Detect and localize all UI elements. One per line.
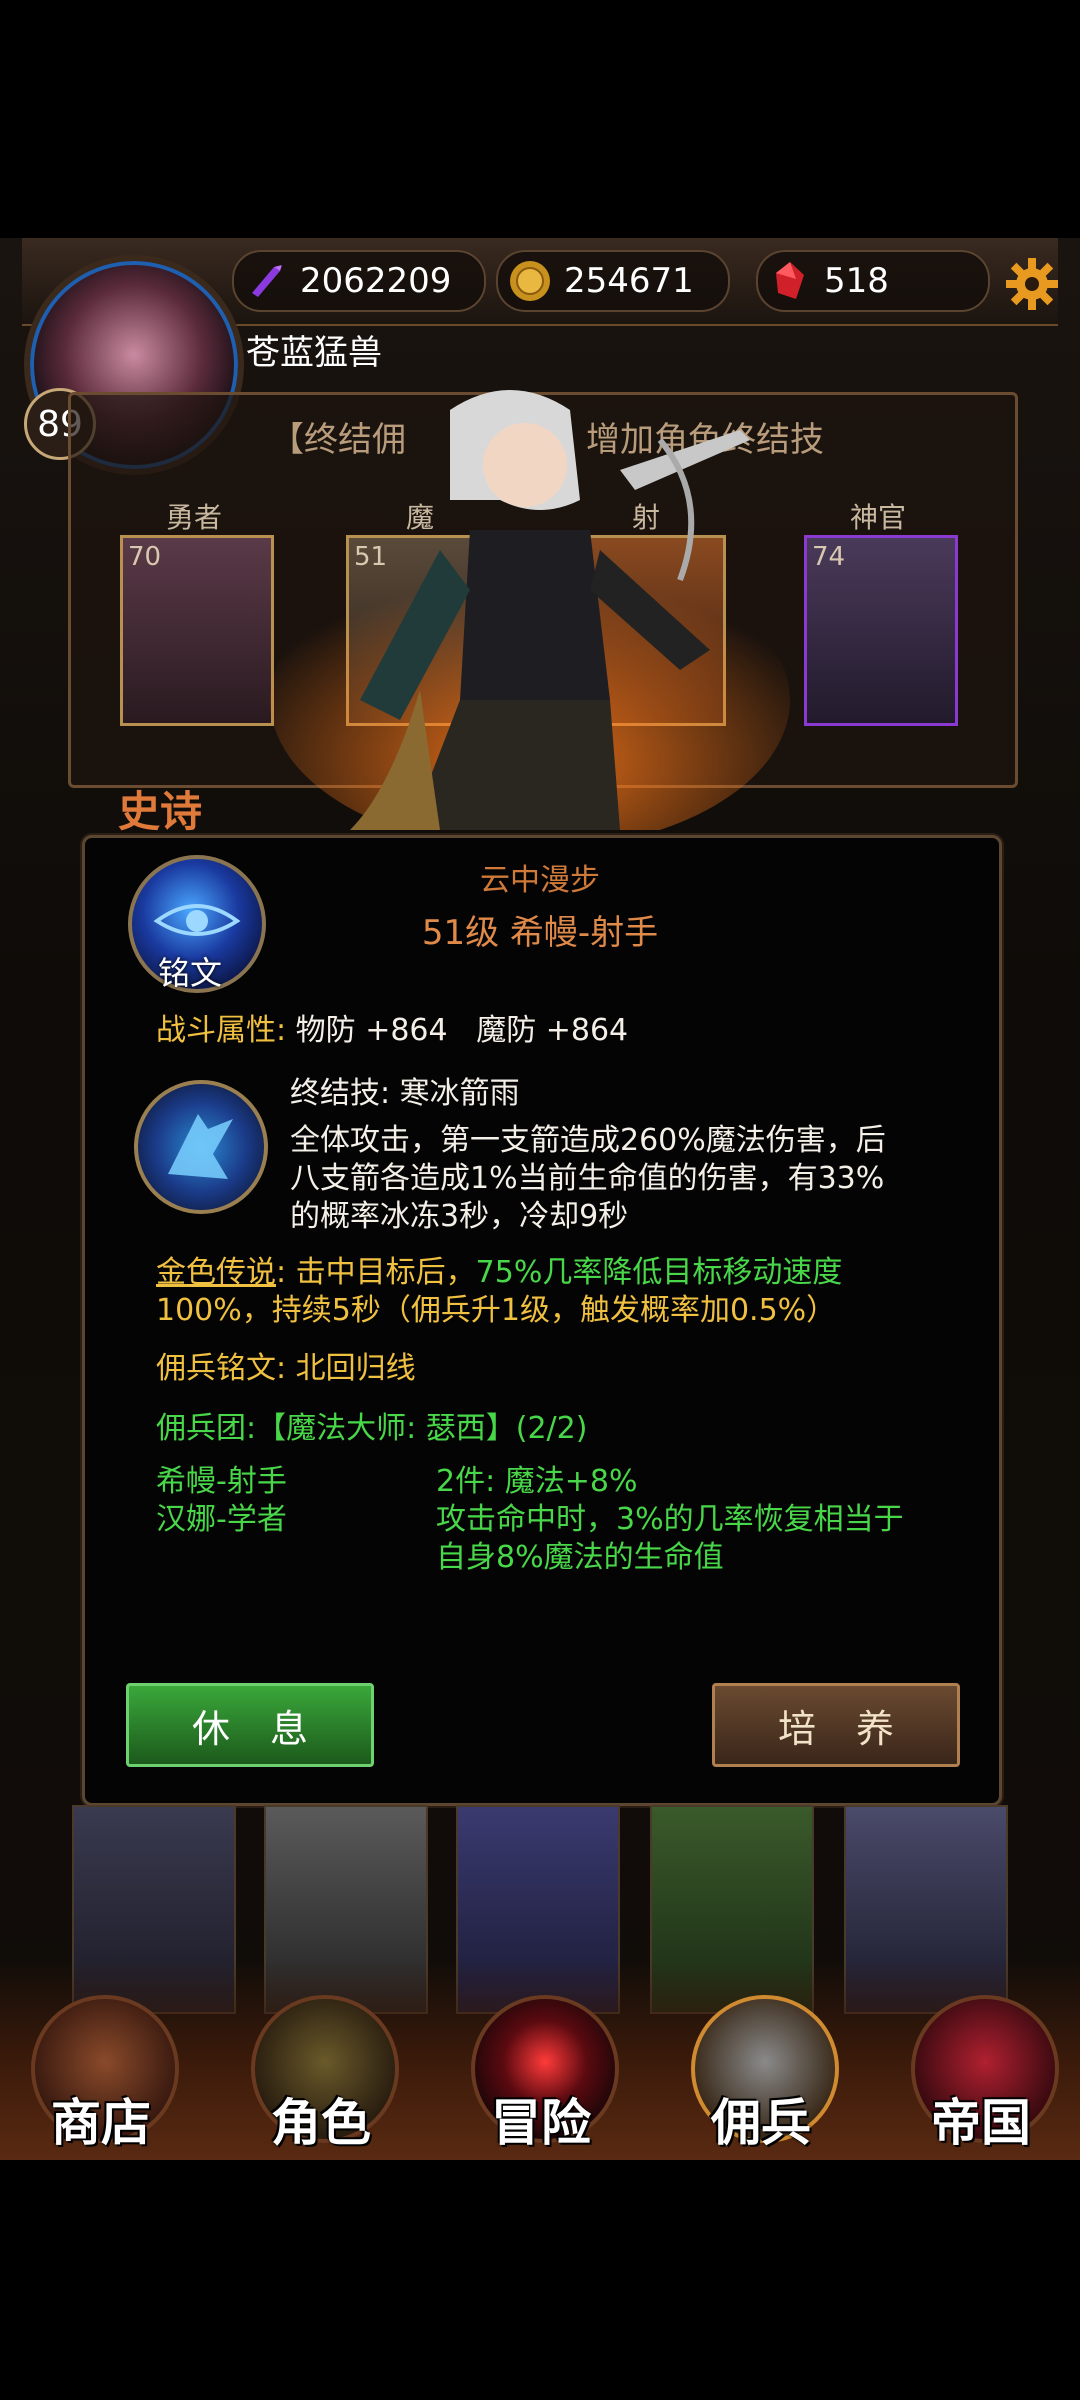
train-button[interactable]: 培养 xyxy=(712,1683,960,1767)
finisher-desc: 全体攻击，第一支箭造成260%魔法伤害，后 xyxy=(290,1123,886,1158)
ice-arrow-skill-icon[interactable] xyxy=(134,1080,268,1214)
gold-legend-text: : 击中目标后， xyxy=(276,1255,476,1290)
finisher-desc: 八支箭各造成1%当前生命值的伤害，有33% xyxy=(290,1161,885,1196)
rune-label: 铭文 xyxy=(158,954,223,992)
gold-value: 254671 xyxy=(564,261,694,301)
gems-counter: 2062209 xyxy=(232,250,486,312)
crystal-icon xyxy=(776,262,804,299)
rune-line: 佣兵铭文: 北回归线 xyxy=(156,1351,416,1386)
nav-adventure[interactable]: 冒险 xyxy=(466,1995,619,2152)
gold-legend-highlight: 75%几率降低目标移动速度 xyxy=(475,1255,843,1290)
hero-class-label: 神官 xyxy=(849,501,906,534)
corps-member: 汉娜-学者 xyxy=(156,1502,287,1537)
nav-shop[interactable]: 商店 xyxy=(26,1995,179,2152)
nav-label: 角色 xyxy=(271,2094,371,2152)
corps-bonus: 自身8%魔法的生命值 xyxy=(436,1540,724,1575)
crystal-value: 518 xyxy=(824,261,889,301)
crystal-counter: 518 xyxy=(756,250,990,312)
combat-label: 战斗属性: xyxy=(156,1013,287,1048)
gems-value: 2062209 xyxy=(300,261,452,301)
corps-member: 希幔-射手 xyxy=(156,1464,287,1499)
nav-mercenary[interactable]: 佣兵 xyxy=(686,1995,839,2152)
finisher-desc: 的概率冰冻3秒，冷却9秒 xyxy=(290,1199,629,1234)
player-name: 苍蓝猛兽 xyxy=(246,333,382,373)
corps-line[interactable]: 佣兵团:【魔法大师: 瑟西】(2/2) xyxy=(156,1410,587,1448)
gold-coin-icon xyxy=(510,261,550,301)
hero-level: 74 xyxy=(812,542,846,572)
combat-attributes: 战斗属性: 物防 +864 魔防 +864 xyxy=(156,1012,628,1050)
corps-bonus: 攻击命中时，3%的几率恢复相当于 xyxy=(436,1502,904,1537)
character-portrait xyxy=(270,390,790,830)
corps-bonus: 2件: 魔法+8% xyxy=(436,1464,638,1499)
nav-label: 冒险 xyxy=(491,2094,591,2152)
nav-character[interactable]: 角色 xyxy=(246,1995,399,2152)
gem-icon xyxy=(252,265,282,297)
hero-title: 51级 希幔-射手 xyxy=(421,913,659,953)
nav-empire[interactable]: 帝国 xyxy=(906,1995,1059,2152)
finisher-title: 终结技: 寒冰箭雨 xyxy=(290,1076,520,1111)
rest-button[interactable]: 休息 xyxy=(126,1683,374,1767)
nav-label: 商店 xyxy=(51,2094,151,2152)
nav-label: 帝国 xyxy=(931,2094,1031,2152)
gold-legend-line: 金色传说: 击中目标后，75%几率降低目标移动速度 xyxy=(156,1254,842,1292)
rarity-label: 史诗 xyxy=(118,787,203,836)
skill-name: 云中漫步 xyxy=(480,863,600,898)
nav-label: 佣兵 xyxy=(711,2094,811,2152)
gold-legend-line-2: 100%，持续5秒（佣兵升1级，触发概率加0.5%） xyxy=(156,1293,837,1328)
gold-legend-label[interactable]: 金色传说 xyxy=(156,1255,276,1290)
combat-values: 物防 +864 魔防 +864 xyxy=(295,1013,629,1048)
hero-level: 70 xyxy=(128,542,162,572)
gear-icon[interactable] xyxy=(1004,256,1060,312)
gold-counter: 254671 xyxy=(496,250,730,312)
